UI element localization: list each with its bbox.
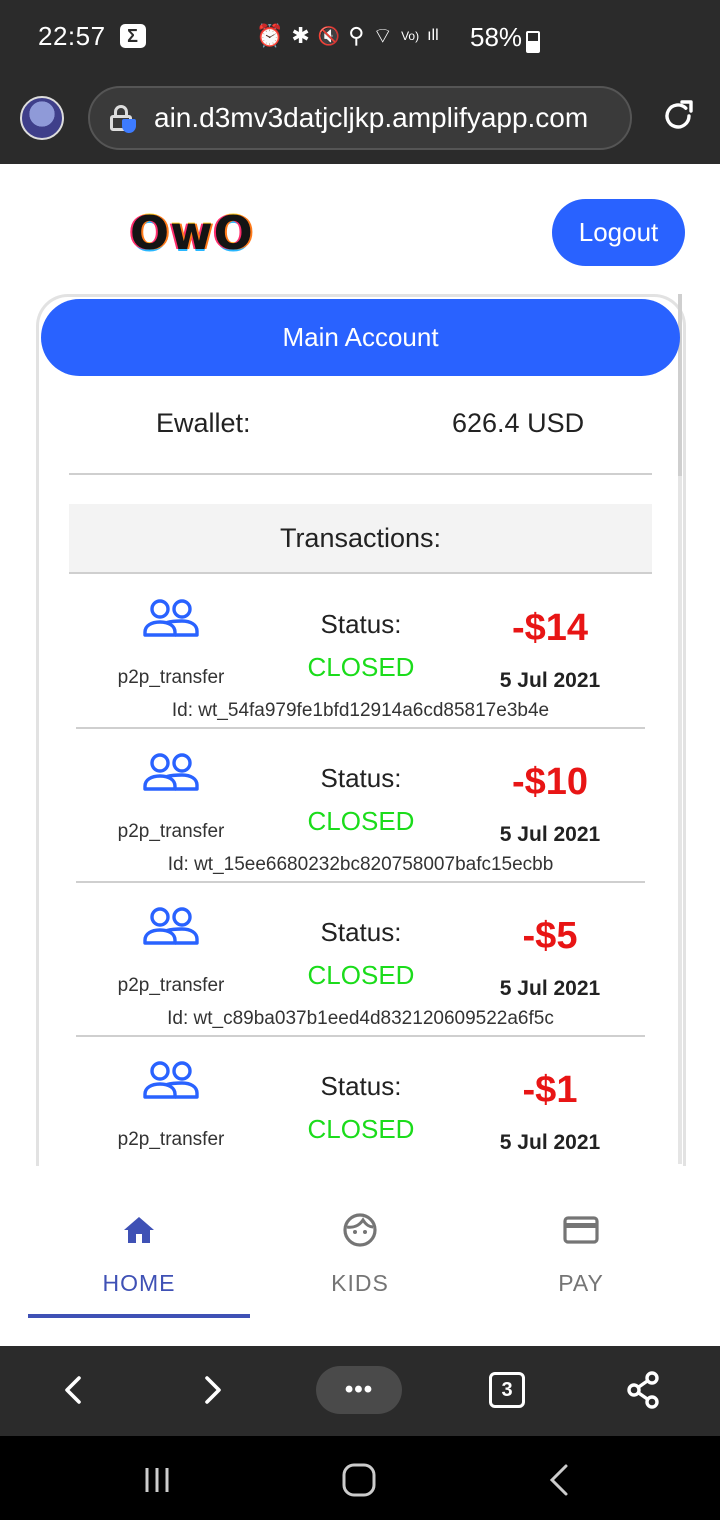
transaction-amount: -$14: [511, 607, 589, 649]
transactions-list: p2p_transfer Status: CLOSED -$14 5 Jul 2…: [0, 0, 720, 1166]
url-text[interactable]: ain.d3mv3datjcljkp.amplifyapp.com: [154, 102, 588, 134]
ewallet-label: Ewallet:: [156, 408, 251, 438]
transaction-id: Id: wt_15ee6680232bc820758007bafc15ecbb: [167, 854, 554, 875]
app-logo: OwO: [130, 206, 254, 260]
transaction-date: 5 Jul 2021: [499, 823, 601, 846]
people-icon: [143, 599, 199, 637]
nav-kids[interactable]: KIDS: [240, 1166, 480, 1318]
transaction-type: p2p_transfer: [117, 667, 225, 688]
transaction-amount: -$1: [522, 1069, 578, 1111]
nav-active-indicator: [28, 1314, 250, 1318]
status-value: CLOSED: [307, 806, 415, 836]
notification-sigma-icon: Σ: [119, 24, 146, 48]
system-back-icon[interactable]: [540, 1460, 580, 1500]
transaction-row[interactable]: p2p_transfer Status: CLOSED -$1 5 Jul 20…: [76, 1037, 645, 1166]
status-label: Status:: [320, 763, 402, 793]
alarm-icon: ⏰: [256, 23, 284, 48]
transactions-header: Transactions:: [69, 504, 652, 574]
mute-icon: 🔇: [317, 26, 341, 46]
transaction-amount: -$10: [511, 761, 589, 803]
people-icon: [143, 753, 199, 791]
home-button-icon[interactable]: [339, 1460, 379, 1500]
status-value: CLOSED: [307, 652, 415, 682]
face-icon: [343, 1213, 377, 1247]
back-icon[interactable]: [52, 1368, 96, 1412]
people-icon: [143, 1061, 199, 1099]
transaction-row[interactable]: p2p_transfer Status: CLOSED -$5 5 Jul 20…: [76, 883, 645, 1037]
transaction-date: 5 Jul 2021: [499, 669, 601, 692]
more-menu-button[interactable]: •••: [316, 1366, 402, 1414]
tabs-button[interactable]: 3: [489, 1372, 525, 1408]
wifi-icon: ⌔: [372, 23, 394, 48]
home-icon: [124, 1217, 154, 1243]
battery-icon: [526, 31, 540, 53]
status-time: 22:57: [38, 20, 106, 51]
transaction-row[interactable]: p2p_transfer Status: CLOSED -$10 5 Jul 2…: [76, 729, 645, 883]
nav-home-label: HOME: [102, 1270, 176, 1296]
status-icons: ⏰ ✱ 🔇 ⚲ ⌔ Vo) ıll: [256, 22, 439, 50]
signal-icon: ıll: [427, 27, 439, 44]
bluetooth-icon: ✱: [291, 23, 310, 48]
logout-button[interactable]: Logout: [552, 199, 685, 266]
android-navigation-bar: [0, 1436, 720, 1520]
url-field[interactable]: ain.d3mv3datjcljkp.amplifyapp.com: [88, 86, 632, 150]
status-label: Status:: [320, 609, 402, 639]
reload-icon[interactable]: [660, 98, 696, 134]
location-icon: ⚲: [348, 23, 365, 48]
main-account-header[interactable]: Main Account: [41, 299, 680, 376]
people-icon: [143, 907, 199, 945]
nav-home[interactable]: HOME: [19, 1166, 259, 1318]
transaction-date: 5 Jul 2021: [499, 1131, 601, 1154]
status-label: Status:: [320, 1071, 402, 1101]
nav-kids-label: KIDS: [331, 1270, 389, 1296]
bottom-navigation: HOME KIDS PAY: [0, 1166, 720, 1346]
divider: [69, 473, 652, 475]
recents-icon[interactable]: [137, 1460, 177, 1500]
transaction-amount: -$5: [522, 915, 578, 957]
forward-icon[interactable]: [190, 1368, 234, 1412]
ewallet-value: 626.4 USD: [452, 408, 585, 438]
credit-card-icon: [563, 1216, 599, 1244]
status-value: CLOSED: [307, 960, 415, 990]
browser-profile-avatar[interactable]: [20, 96, 64, 140]
share-icon[interactable]: [622, 1368, 666, 1412]
status-value: CLOSED: [307, 1114, 415, 1144]
volte-icon: Vo): [401, 29, 420, 43]
status-label: Status:: [320, 917, 402, 947]
transaction-type: p2p_transfer: [117, 975, 225, 996]
status-bar: 22:57 Σ ⏰ ✱ 🔇 ⚲ ⌔ Vo) ıll 58%: [0, 0, 720, 72]
transaction-row[interactable]: p2p_transfer Status: CLOSED -$14 5 Jul 2…: [76, 575, 645, 729]
nav-pay[interactable]: PAY: [461, 1166, 701, 1318]
lock-icon[interactable]: [110, 105, 136, 133]
browser-url-bar: ain.d3mv3datjcljkp.amplifyapp.com: [0, 72, 720, 164]
transaction-date: 5 Jul 2021: [499, 977, 601, 1000]
transaction-type: p2p_transfer: [117, 821, 225, 842]
transaction-id: Id: wt_54fa979fe1bfd12914a6cd85817e3b4e: [171, 700, 550, 721]
transaction-id: Id: wt_c89ba037b1eed4d832120609522a6f5c: [167, 1008, 554, 1029]
scroll-thumb[interactable]: [678, 294, 682, 476]
browser-toolbar: ••• 3: [0, 1346, 720, 1436]
transaction-type: p2p_transfer: [117, 1129, 225, 1150]
battery-percent: 58%: [470, 22, 523, 52]
nav-pay-label: PAY: [558, 1270, 604, 1296]
